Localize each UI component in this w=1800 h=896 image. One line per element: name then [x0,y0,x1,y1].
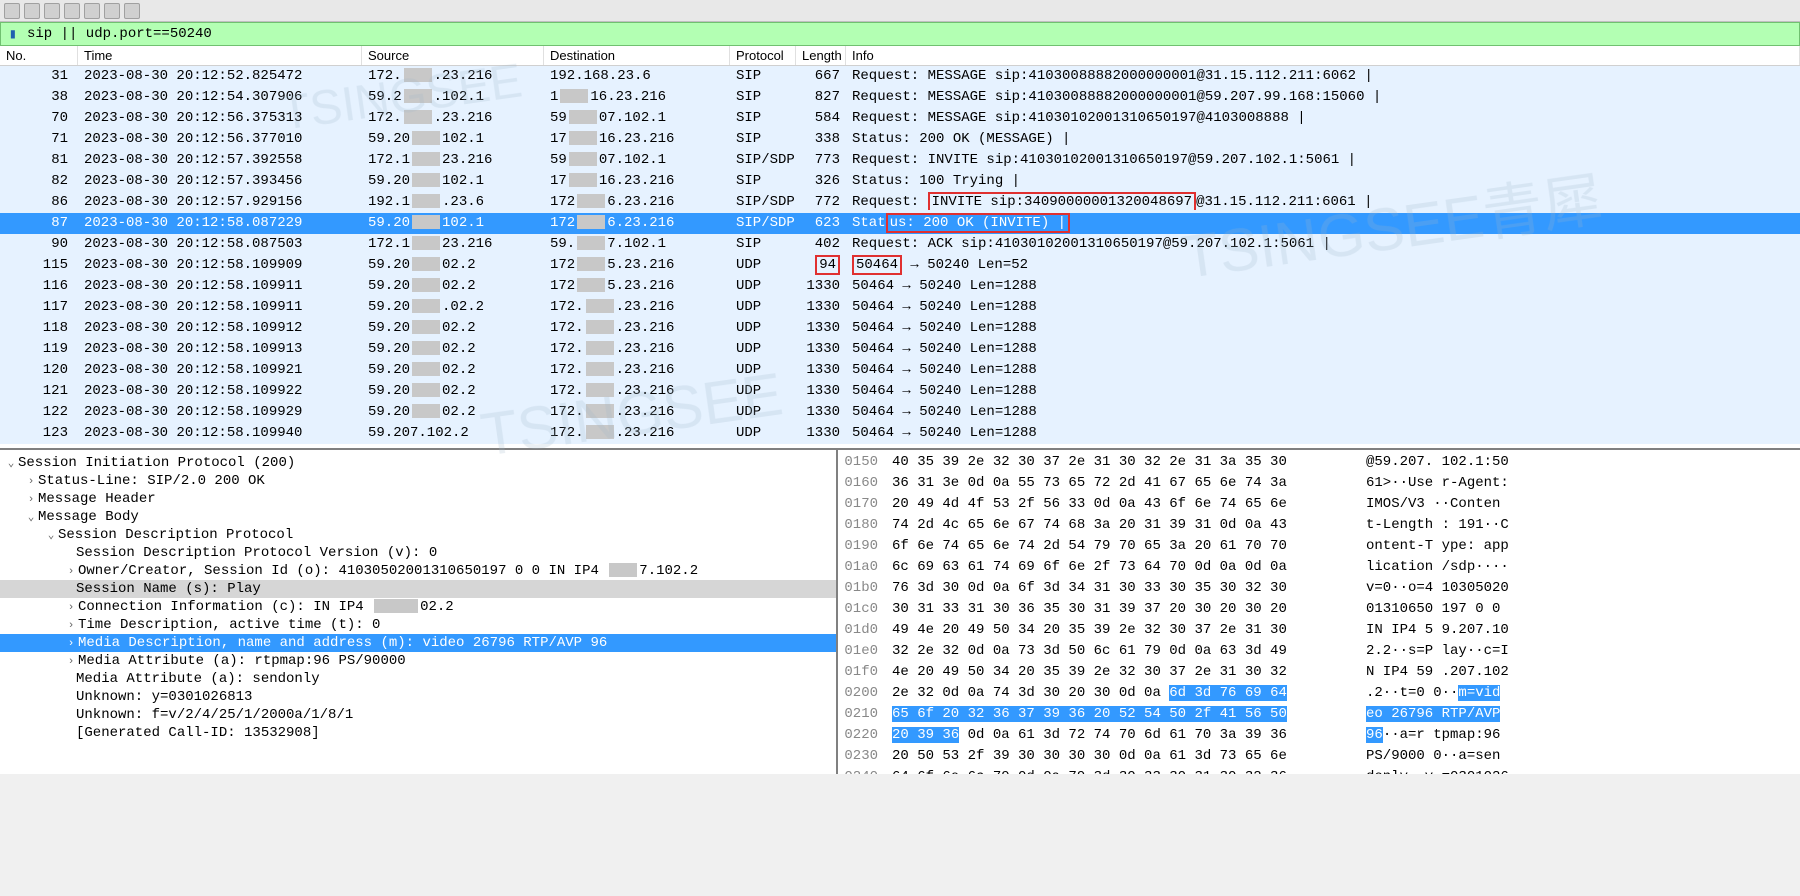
expand-icon[interactable]: › [24,476,38,488]
tree-sdp-time[interactable]: ›Time Description, active time (t): 0 [0,616,836,634]
packet-row[interactable]: 902023-08-30 20:12:58.087503172.123.2165… [0,234,1800,255]
expand-icon[interactable]: › [64,638,78,650]
hex-row[interactable]: 01c030 31 33 31 30 36 35 30 31 39 37 20 … [838,599,1800,620]
hex-row[interactable]: 01906f 6e 74 65 6e 74 2d 54 79 70 65 3a … [838,536,1800,557]
main-toolbar [0,0,1800,22]
display-filter-bar: ▮ [0,22,1800,46]
hex-row[interactable]: 017020 49 4d 4f 53 2f 56 33 0d 0a 43 6f … [838,494,1800,515]
toolbar-button[interactable] [104,3,120,19]
hex-row[interactable]: 01f04e 20 49 50 34 20 35 39 2e 32 30 37 … [838,662,1800,683]
filter-bookmark-icon[interactable]: ▮ [5,26,21,42]
packet-row[interactable]: 1162023-08-30 20:12:58.10991159.2002.217… [0,276,1800,297]
hex-row[interactable]: 01e032 2e 32 0d 0a 73 3d 50 6c 61 79 0d … [838,641,1800,662]
hex-row[interactable]: 015040 35 39 2e 32 30 37 2e 31 30 32 2e … [838,452,1800,473]
tree-sdp-unknown-y[interactable]: Unknown: y=0301026813 [0,688,836,706]
packet-list-header[interactable]: No. Time Source Destination Protocol Len… [0,46,1800,66]
tree-sdp-unknown-f[interactable]: Unknown: f=v/2/4/25/1/2000a/1/8/1 [0,706,836,724]
collapse-icon[interactable]: ⌄ [4,456,18,470]
tree-sdp-media-desc[interactable]: ›Media Description, name and address (m)… [0,634,836,652]
tree-sdp-connection[interactable]: ›Connection Information (c): IN IP4 02.2 [0,598,836,616]
hex-row[interactable]: 02002e 32 0d 0a 74 3d 30 20 30 0d 0a 6d … [838,683,1800,704]
packet-row[interactable]: 1202023-08-30 20:12:58.10992159.2002.217… [0,360,1800,381]
tree-message-header[interactable]: ›Message Header [0,490,836,508]
col-header-info[interactable]: Info [846,46,1800,65]
hex-row[interactable]: 021065 6f 20 32 36 37 39 36 20 52 54 50 … [838,704,1800,725]
packet-row[interactable]: 822023-08-30 20:12:57.39345659.20102.117… [0,171,1800,192]
redacted-ip [609,563,637,577]
packet-row[interactable]: 1222023-08-30 20:12:58.10992959.2002.217… [0,402,1800,423]
tree-sdp[interactable]: ⌄Session Description Protocol [0,526,836,544]
packet-row[interactable]: 1182023-08-30 20:12:58.10991259.2002.217… [0,318,1800,339]
col-header-protocol[interactable]: Protocol [730,46,796,65]
packet-row[interactable]: 812023-08-30 20:12:57.392558172.123.2165… [0,150,1800,171]
tree-sdp-media-attr-rtpmap[interactable]: ›Media Attribute (a): rtpmap:96 PS/90000 [0,652,836,670]
hex-row[interactable]: 023020 50 53 2f 39 30 30 30 30 0d 0a 61 … [838,746,1800,767]
hex-row[interactable]: 018074 2d 4c 65 6e 67 74 68 3a 20 31 39 … [838,515,1800,536]
tree-sdp-session-name[interactable]: Session Name (s): Play [0,580,836,598]
hex-row[interactable]: 01d049 4e 20 49 50 34 20 35 39 2e 32 30 … [838,620,1800,641]
tree-status-line[interactable]: ›Status-Line: SIP/2.0 200 OK [0,472,836,490]
tree-generated-callid[interactable]: [Generated Call-ID: 13532908] [0,724,836,742]
collapse-icon[interactable]: ⌄ [24,510,38,524]
hex-row[interactable]: 01b076 3d 30 0d 0a 6f 3d 34 31 30 33 30 … [838,578,1800,599]
packet-row[interactable]: 712023-08-30 20:12:56.37701059.20102.117… [0,129,1800,150]
packet-row[interactable]: 312023-08-30 20:12:52.825472172..23.2161… [0,66,1800,87]
toolbar-button[interactable] [4,3,20,19]
expand-icon[interactable]: › [64,566,78,578]
packet-list-pane[interactable]: No. Time Source Destination Protocol Len… [0,46,1800,450]
hex-row[interactable]: 022020 39 36 0d 0a 61 3d 72 74 70 6d 61 … [838,725,1800,746]
expand-icon[interactable]: › [64,656,78,668]
tree-sip-root[interactable]: ⌄Session Initiation Protocol (200) [0,454,836,472]
toolbar-button[interactable] [84,3,100,19]
hex-row[interactable]: 01a06c 69 63 61 74 69 6f 6e 2f 73 64 70 … [838,557,1800,578]
tree-sdp-owner[interactable]: ›Owner/Creator, Session Id (o): 41030502… [0,562,836,580]
packet-row[interactable]: 1232023-08-30 20:12:58.10994059.207.102.… [0,423,1800,444]
hex-dump-pane[interactable]: 015040 35 39 2e 32 30 37 2e 31 30 32 2e … [838,450,1800,774]
tree-sdp-version[interactable]: Session Description Protocol Version (v)… [0,544,836,562]
expand-icon[interactable]: › [64,602,78,614]
packet-row[interactable]: 702023-08-30 20:12:56.375313172..23.2165… [0,108,1800,129]
packet-row[interactable]: 872023-08-30 20:12:58.08722959.20102.117… [0,213,1800,234]
packet-row[interactable]: 1152023-08-30 20:12:58.10990959.2002.217… [0,255,1800,276]
collapse-icon[interactable]: ⌄ [44,528,58,542]
redacted-ip [374,599,418,613]
tree-message-body[interactable]: ⌄Message Body [0,508,836,526]
packet-row[interactable]: 1212023-08-30 20:12:58.10992259.2002.217… [0,381,1800,402]
display-filter-input[interactable] [27,26,1795,42]
packet-row[interactable]: 1192023-08-30 20:12:58.10991359.2002.217… [0,339,1800,360]
expand-icon[interactable]: › [24,494,38,506]
tree-sdp-media-attr-sendonly[interactable]: Media Attribute (a): sendonly [0,670,836,688]
expand-icon[interactable]: › [64,620,78,632]
col-header-time[interactable]: Time [78,46,362,65]
toolbar-button[interactable] [44,3,60,19]
toolbar-button[interactable] [124,3,140,19]
toolbar-button[interactable] [24,3,40,19]
col-header-destination[interactable]: Destination [544,46,730,65]
col-header-length[interactable]: Length [796,46,846,65]
packet-row[interactable]: 862023-08-30 20:12:57.929156192.1.23.617… [0,192,1800,213]
hex-row[interactable]: 024064 6f 6e 6c 79 0d 0a 79 3d 30 33 30 … [838,767,1800,774]
toolbar-button[interactable] [64,3,80,19]
col-header-no[interactable]: No. [0,46,78,65]
packet-row[interactable]: 382023-08-30 20:12:54.30790659.2.102.111… [0,87,1800,108]
col-header-source[interactable]: Source [362,46,544,65]
packet-row[interactable]: 1172023-08-30 20:12:58.10991159.20.02.21… [0,297,1800,318]
hex-row[interactable]: 016036 31 3e 0d 0a 55 73 65 72 2d 41 67 … [838,473,1800,494]
packet-detail-pane[interactable]: ⌄Session Initiation Protocol (200) ›Stat… [0,450,838,774]
